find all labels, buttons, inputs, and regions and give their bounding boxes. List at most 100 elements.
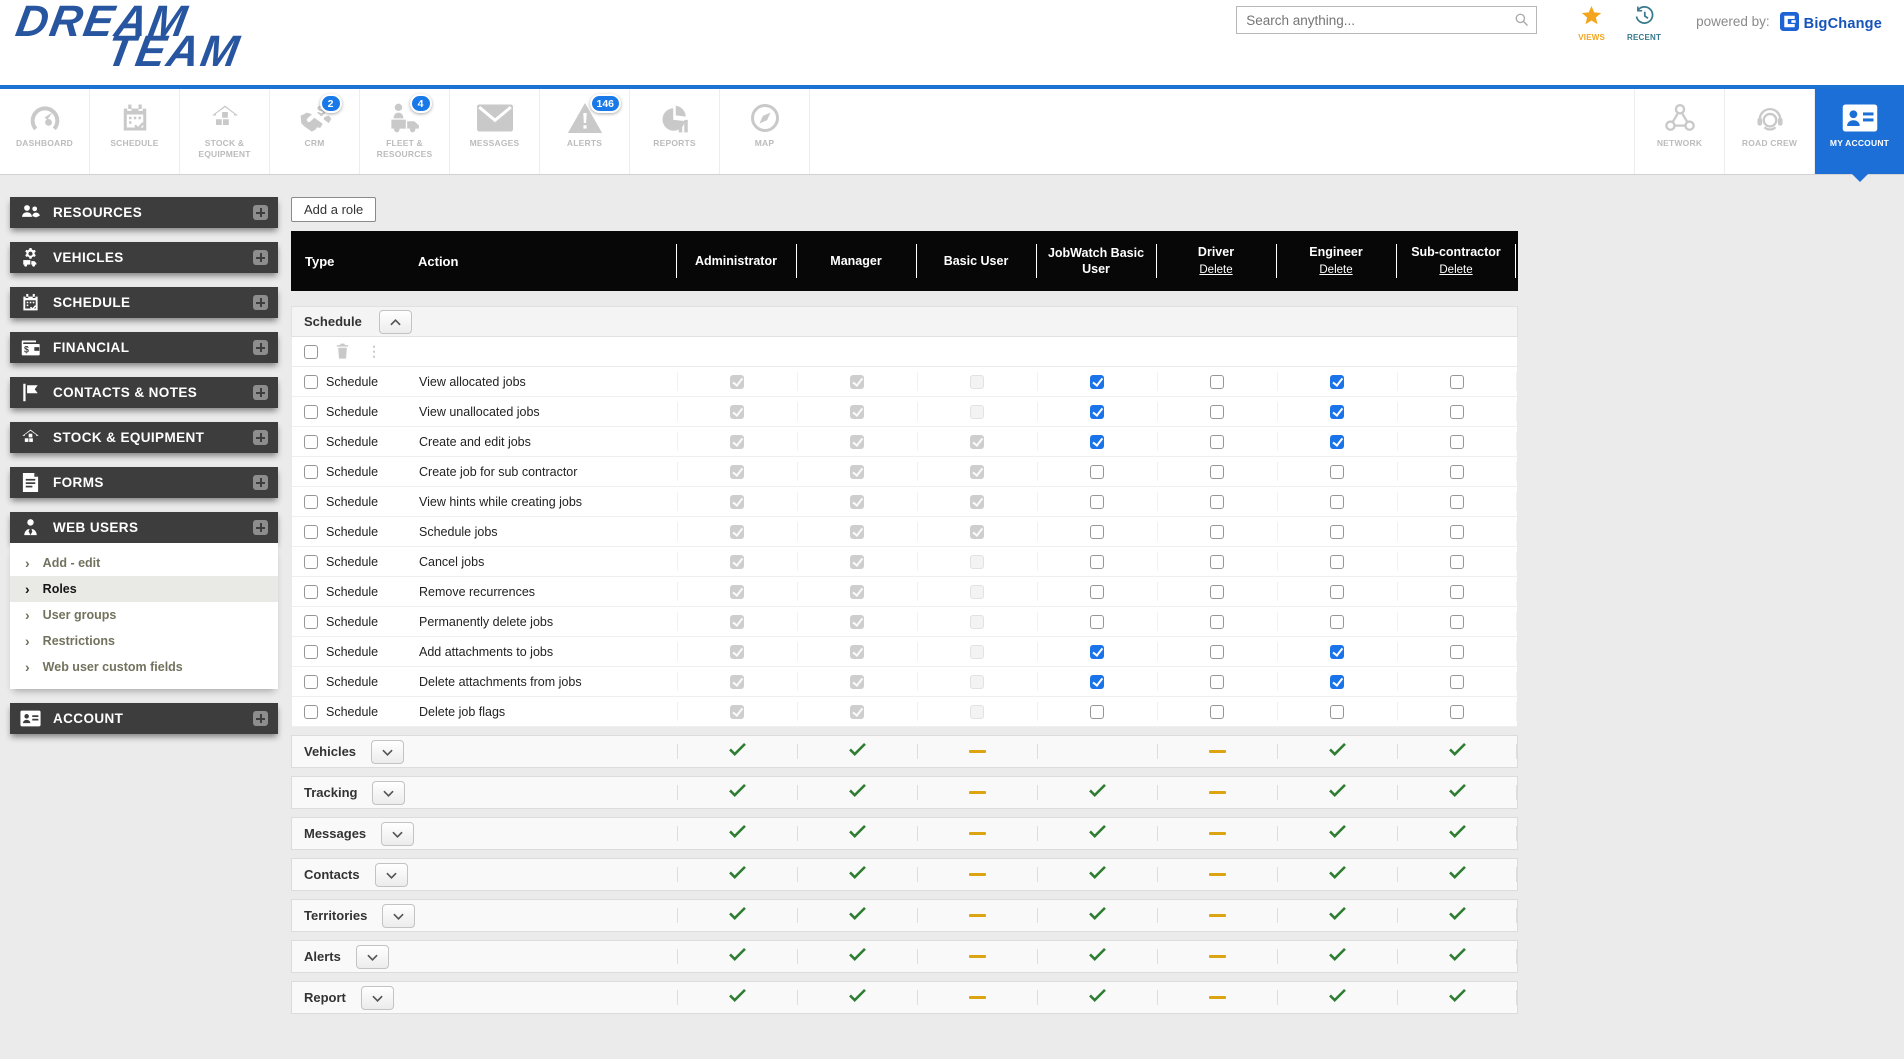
role-delete-link[interactable]: Delete xyxy=(1199,263,1232,278)
checkbox-checked[interactable] xyxy=(1090,674,1104,689)
nav-item-my-account[interactable]: MY ACCOUNT xyxy=(1814,89,1904,182)
expand-plus-icon[interactable] xyxy=(253,711,268,726)
checkbox-unchecked[interactable] xyxy=(1330,704,1344,719)
row-select-checkbox[interactable] xyxy=(304,374,318,389)
checkbox-unchecked[interactable] xyxy=(1450,524,1464,539)
nav-item-messages[interactable]: MESSAGES xyxy=(450,89,540,174)
sidebar-item-add-edit[interactable]: › Add - edit xyxy=(10,550,278,576)
search-input[interactable] xyxy=(1236,6,1538,34)
sidebar-section-forms[interactable]: FORMS xyxy=(10,467,278,498)
row-select-checkbox[interactable] xyxy=(304,644,318,659)
expand-section-button[interactable] xyxy=(381,821,415,846)
nav-item-fleet-resources[interactable]: 4 FLEET & RESOURCES xyxy=(360,89,450,174)
sidebar-item-user-groups[interactable]: › User groups xyxy=(10,602,278,628)
checkbox-checked[interactable] xyxy=(1090,434,1104,449)
checkbox-unchecked[interactable] xyxy=(1450,554,1464,569)
checkbox-checked[interactable] xyxy=(1330,404,1344,419)
checkbox-checked[interactable] xyxy=(1330,434,1344,449)
checkbox-unchecked[interactable] xyxy=(1090,494,1104,509)
checkbox-unchecked[interactable] xyxy=(1210,554,1224,569)
checkbox-checked[interactable] xyxy=(1090,374,1104,389)
sidebar-section-schedule[interactable]: SCHEDULE xyxy=(10,287,278,318)
checkbox-unchecked[interactable] xyxy=(1090,464,1104,479)
expand-section-button[interactable] xyxy=(371,739,405,764)
checkbox-unchecked[interactable] xyxy=(1210,494,1224,509)
row-select-checkbox[interactable] xyxy=(304,704,318,719)
checkbox-unchecked[interactable] xyxy=(1210,704,1224,719)
checkbox-unchecked[interactable] xyxy=(1330,554,1344,569)
nav-item-network[interactable]: NETWORK xyxy=(1634,89,1724,174)
checkbox-unchecked[interactable] xyxy=(1330,464,1344,479)
sidebar-item-roles[interactable]: › Roles xyxy=(10,576,278,602)
checkbox-unchecked[interactable] xyxy=(1450,614,1464,629)
checkbox-unchecked[interactable] xyxy=(1210,644,1224,659)
select-all-checkbox[interactable] xyxy=(304,344,318,359)
checkbox-unchecked[interactable] xyxy=(1450,584,1464,599)
role-delete-link[interactable]: Delete xyxy=(1439,263,1472,278)
sidebar-section-resources[interactable]: RESOURCES xyxy=(10,197,278,228)
search-icon[interactable] xyxy=(1514,12,1529,27)
nav-item-road-crew[interactable]: ROAD CREW xyxy=(1724,89,1814,174)
views-button[interactable]: VIEWS xyxy=(1578,6,1605,42)
checkbox-unchecked[interactable] xyxy=(1450,494,1464,509)
nav-item-dashboard[interactable]: DASHBOARD xyxy=(0,89,90,174)
expand-section-button[interactable] xyxy=(382,903,416,928)
expand-plus-icon[interactable] xyxy=(253,295,268,310)
checkbox-checked[interactable] xyxy=(1330,674,1344,689)
checkbox-unchecked[interactable] xyxy=(1450,434,1464,449)
checkbox-unchecked[interactable] xyxy=(1450,464,1464,479)
expand-plus-icon[interactable] xyxy=(253,430,268,445)
collapse-section-button[interactable] xyxy=(378,309,412,334)
sidebar-section-account[interactable]: ACCOUNT xyxy=(10,703,278,734)
checkbox-unchecked[interactable] xyxy=(1210,584,1224,599)
row-select-checkbox[interactable] xyxy=(304,434,318,449)
bigchange-logo[interactable]: BigChange xyxy=(1779,12,1882,36)
nav-item-crm[interactable]: 2 CRM xyxy=(270,89,360,174)
sidebar-item-restrictions[interactable]: › Restrictions xyxy=(10,628,278,654)
row-select-checkbox[interactable] xyxy=(304,584,318,599)
nav-item-schedule[interactable]: SCHEDULE xyxy=(90,89,180,174)
checkbox-unchecked[interactable] xyxy=(1210,434,1224,449)
checkbox-unchecked[interactable] xyxy=(1090,554,1104,569)
sidebar-section-contacts-notes[interactable]: CONTACTS & NOTES xyxy=(10,377,278,408)
sidebar-section-financial[interactable]: $ FINANCIAL xyxy=(10,332,278,363)
sidebar-item-web-user-custom-fields[interactable]: › Web user custom fields xyxy=(10,654,278,680)
checkbox-unchecked[interactable] xyxy=(1090,584,1104,599)
trash-icon[interactable] xyxy=(335,343,350,360)
checkbox-unchecked[interactable] xyxy=(1210,674,1224,689)
row-select-checkbox[interactable] xyxy=(304,674,318,689)
kebab-menu-icon[interactable]: ⋮ xyxy=(367,343,381,360)
expand-section-button[interactable] xyxy=(360,985,394,1010)
checkbox-unchecked[interactable] xyxy=(1090,704,1104,719)
row-select-checkbox[interactable] xyxy=(304,464,318,479)
sidebar-section-stock-equipment[interactable]: STOCK & EQUIPMENT xyxy=(10,422,278,453)
checkbox-unchecked[interactable] xyxy=(1450,404,1464,419)
checkbox-checked[interactable] xyxy=(1330,644,1344,659)
checkbox-unchecked[interactable] xyxy=(1450,644,1464,659)
expand-plus-icon[interactable] xyxy=(253,520,268,535)
checkbox-unchecked[interactable] xyxy=(1450,374,1464,389)
checkbox-unchecked[interactable] xyxy=(1210,464,1224,479)
row-select-checkbox[interactable] xyxy=(304,494,318,509)
row-select-checkbox[interactable] xyxy=(304,524,318,539)
checkbox-checked[interactable] xyxy=(1090,644,1104,659)
checkbox-checked[interactable] xyxy=(1090,404,1104,419)
expand-section-button[interactable] xyxy=(355,944,389,969)
sidebar-section-vehicles[interactable]: VEHICLES xyxy=(10,242,278,273)
checkbox-checked[interactable] xyxy=(1330,374,1344,389)
checkbox-unchecked[interactable] xyxy=(1330,614,1344,629)
nav-item-reports[interactable]: REPORTS xyxy=(630,89,720,174)
dream-team-logo[interactable]: DREAM TEAM xyxy=(8,0,249,76)
checkbox-unchecked[interactable] xyxy=(1210,524,1224,539)
recent-button[interactable]: RECENT xyxy=(1627,6,1661,42)
row-select-checkbox[interactable] xyxy=(304,614,318,629)
expand-section-button[interactable] xyxy=(374,862,408,887)
expand-plus-icon[interactable] xyxy=(253,205,268,220)
add-role-button[interactable]: Add a role xyxy=(291,197,377,222)
checkbox-unchecked[interactable] xyxy=(1090,614,1104,629)
role-delete-link[interactable]: Delete xyxy=(1319,263,1352,278)
checkbox-unchecked[interactable] xyxy=(1450,674,1464,689)
expand-section-button[interactable] xyxy=(372,780,406,805)
nav-item-stock-equipment[interactable]: STOCK & EQUIPMENT xyxy=(180,89,270,174)
row-select-checkbox[interactable] xyxy=(304,554,318,569)
